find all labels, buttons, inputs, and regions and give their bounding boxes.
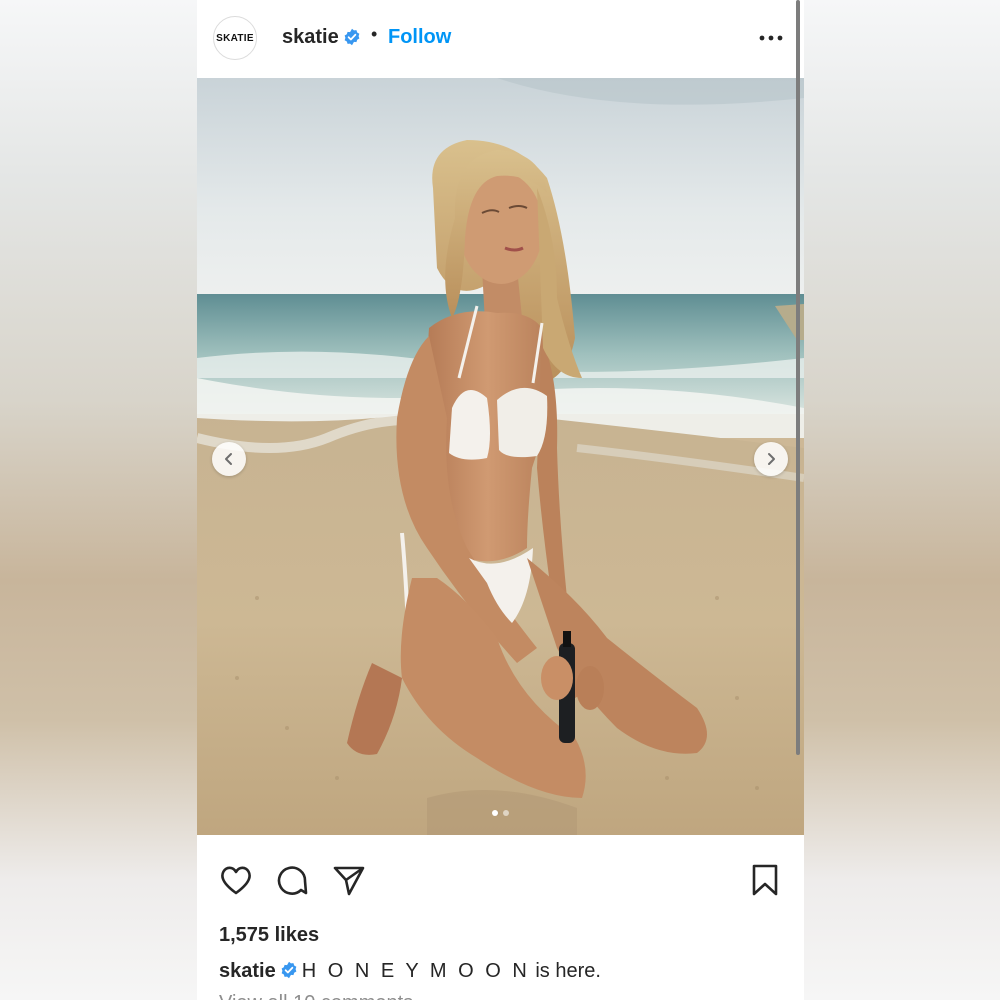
more-options-icon[interactable] [757, 28, 785, 48]
carousel-dot [503, 810, 509, 816]
bookmark-icon[interactable] [747, 862, 783, 898]
caption: skatie H O N E Y M O O N is here. [219, 960, 601, 983]
avatar[interactable]: SKATIE [213, 16, 257, 60]
carousel-dots [197, 810, 804, 816]
username[interactable]: skatie [282, 26, 339, 49]
chevron-right-icon [768, 453, 775, 465]
send-icon[interactable] [331, 862, 367, 898]
background-blur-left [0, 0, 197, 1000]
separator-dot: • [371, 24, 378, 44]
avatar-logo-text: SKATIE [216, 32, 254, 44]
caption-username[interactable]: skatie [219, 960, 276, 982]
verified-badge-icon [281, 961, 297, 979]
post-actions [197, 862, 804, 902]
instagram-post: SKATIE skatie • Follow 1,575 likes skati… [197, 0, 804, 1000]
carousel-next-button[interactable] [754, 442, 788, 476]
beach-photo-illustration [197, 78, 804, 835]
carousel-dot-active [492, 810, 498, 816]
post-photo[interactable] [197, 78, 804, 835]
verified-badge-icon [344, 28, 360, 46]
comment-icon[interactable] [274, 862, 310, 898]
background-blur-right [804, 0, 1000, 1000]
view-comments-link[interactable]: View all 10 comments [219, 992, 413, 1000]
scrollbar[interactable] [796, 0, 800, 755]
caption-text: H O N E Y M O O N [301, 960, 530, 982]
chevron-left-icon [225, 453, 232, 465]
follow-button[interactable]: Follow [388, 26, 451, 49]
heart-icon[interactable] [218, 862, 254, 898]
carousel-prev-button[interactable] [212, 442, 246, 476]
caption-suffix: is here. [529, 960, 601, 982]
likes-count[interactable]: 1,575 likes [219, 924, 319, 947]
post-header: SKATIE skatie • Follow [197, 0, 804, 78]
